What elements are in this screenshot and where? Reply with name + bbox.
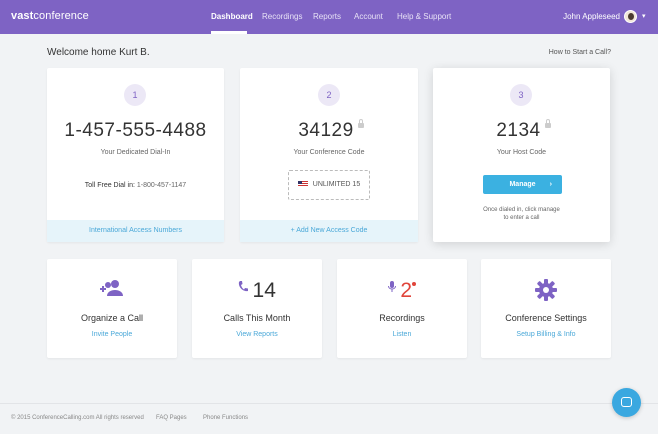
welcome-heading: Welcome home Kurt B.	[47, 47, 150, 58]
new-indicator-dot	[412, 282, 417, 286]
tollfree-line: Toll Free Dial in: 1-800-457-1147	[47, 182, 224, 189]
nav-reports[interactable]: Reports	[313, 12, 341, 21]
feature-title: Conference Settings	[505, 313, 587, 323]
nav-active-indicator	[211, 31, 247, 34]
calls-stat: 14	[192, 279, 322, 302]
organize-call-card[interactable]: Organize a Call Invite People	[47, 259, 177, 358]
phone-icon	[238, 281, 249, 292]
add-access-code-link[interactable]: + Add New Access Code	[240, 220, 418, 242]
avatar[interactable]	[624, 10, 637, 23]
view-reports-link[interactable]: View Reports	[192, 331, 322, 338]
lock-icon	[544, 119, 551, 128]
footer-divider	[0, 403, 658, 404]
step-badge: 2	[318, 84, 340, 106]
plan-label: UNLIMITED 15	[312, 181, 361, 188]
international-access-link[interactable]: International Access Numbers	[47, 220, 224, 242]
tollfree-label: Toll Free Dial in:	[84, 182, 135, 189]
dial-in-card: 1 1-457-555-4488 Your Dedicated Dial-In …	[47, 68, 224, 242]
gear-icon	[481, 279, 611, 301]
footer-link-phone-functions[interactable]: Phone Functions	[203, 415, 248, 421]
feature-title: Calls This Month	[223, 313, 291, 323]
recordings-card[interactable]: 2 Recordings Listen	[337, 259, 467, 358]
copyright: © 2015 ConferenceCalling.com All rights …	[11, 415, 144, 421]
invite-people-link[interactable]: Invite People	[47, 331, 177, 338]
chevron-right-icon: ›	[549, 181, 552, 188]
nav-account[interactable]: Account	[354, 12, 383, 21]
setup-billing-link[interactable]: Setup Billing & Info	[481, 331, 611, 338]
manage-hint: Once dialed in, click manage to enter a c…	[483, 207, 560, 221]
plan-badge: UNLIMITED 15	[288, 170, 370, 200]
manage-button[interactable]: Manage ›	[483, 175, 562, 194]
calls-this-month-card[interactable]: 14 Calls This Month View Reports	[192, 259, 322, 358]
top-navbar: vastconference Dashboard Recordings Repo…	[0, 0, 658, 34]
lock-icon	[357, 119, 364, 128]
calls-count: 14	[252, 279, 276, 302]
how-to-start-link[interactable]: How to Start a Call?	[549, 49, 611, 56]
nav-dashboard[interactable]: Dashboard	[211, 12, 253, 21]
user-group-icon	[47, 279, 177, 301]
recordings-count: 2	[400, 279, 413, 302]
step-badge: 3	[510, 84, 532, 106]
dial-in-label: Your Dedicated Dial-In	[100, 149, 171, 156]
footer-link-faq[interactable]: FAQ Pages	[156, 415, 187, 421]
host-code-value: 2134	[433, 119, 610, 142]
feature-title: Recordings	[379, 313, 425, 323]
step-badge: 1	[124, 84, 146, 106]
conference-code-card: 2 34129 Your Conference Code UNLIMITED 1…	[240, 68, 418, 242]
brand-logo[interactable]: vastconference	[11, 10, 89, 22]
conference-settings-card[interactable]: Conference Settings Setup Billing & Info	[481, 259, 611, 358]
nav-help-support[interactable]: Help & Support	[397, 12, 451, 21]
recordings-stat: 2	[337, 279, 467, 302]
microphone-icon	[387, 281, 396, 292]
listen-link[interactable]: Listen	[337, 331, 467, 338]
tollfree-number: 1-800-457-1147	[136, 182, 187, 189]
host-code-label: Your Host Code	[496, 149, 547, 156]
us-flag-icon	[297, 181, 308, 188]
dial-in-number: 1-457-555-4488	[64, 120, 207, 141]
nav-recordings[interactable]: Recordings	[262, 12, 302, 21]
chevron-down-icon[interactable]: ▾	[642, 12, 646, 20]
user-name[interactable]: John Appleseed	[563, 12, 620, 21]
chat-button[interactable]	[612, 388, 641, 417]
chat-icon	[621, 397, 632, 407]
feature-title: Organize a Call	[80, 313, 144, 323]
host-code-card: 3 2134 Your Host Code Manage › Once diale…	[433, 68, 610, 242]
conference-code-label: Your Conference Code	[293, 149, 365, 156]
conference-code-value: 34129	[240, 119, 418, 142]
